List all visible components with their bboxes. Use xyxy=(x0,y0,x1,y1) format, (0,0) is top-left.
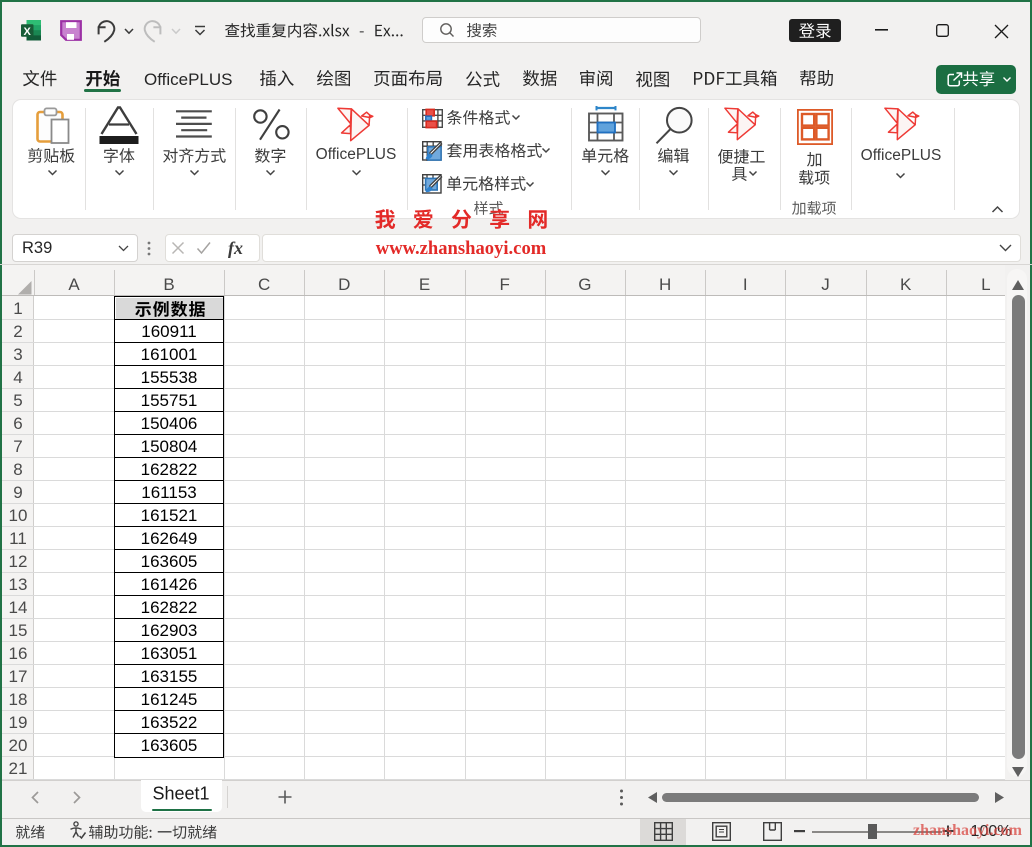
svg-text:X: X xyxy=(24,26,32,38)
